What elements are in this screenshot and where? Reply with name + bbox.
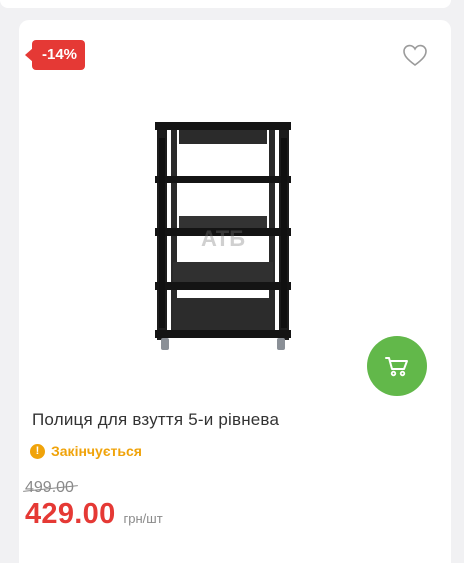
favorite-button[interactable]	[401, 42, 429, 68]
previous-card-edge	[0, 0, 451, 8]
discount-badge: -14%	[24, 40, 86, 70]
watermark-text: АТБ	[201, 226, 245, 251]
price-unit: грн/шт	[123, 511, 163, 526]
warning-icon: !	[30, 443, 45, 459]
shoe-rack-image: АТБ	[155, 122, 291, 350]
stock-status-text: Закінчується	[51, 443, 142, 459]
old-price: 499.00	[25, 479, 74, 496]
stock-status: ! Закінчується	[30, 443, 142, 459]
cart-icon	[385, 357, 408, 377]
product-title[interactable]: Полиця для взуття 5-и рівнева	[32, 410, 432, 430]
current-price: 429.00	[25, 498, 116, 530]
price-row: 429.00 грн/шт	[25, 498, 163, 531]
product-card[interactable]: -14% АТБ Полиця для взуття 5-и рівнева !…	[19, 20, 451, 563]
add-to-cart-button[interactable]	[367, 336, 427, 396]
heart-icon	[403, 44, 427, 67]
